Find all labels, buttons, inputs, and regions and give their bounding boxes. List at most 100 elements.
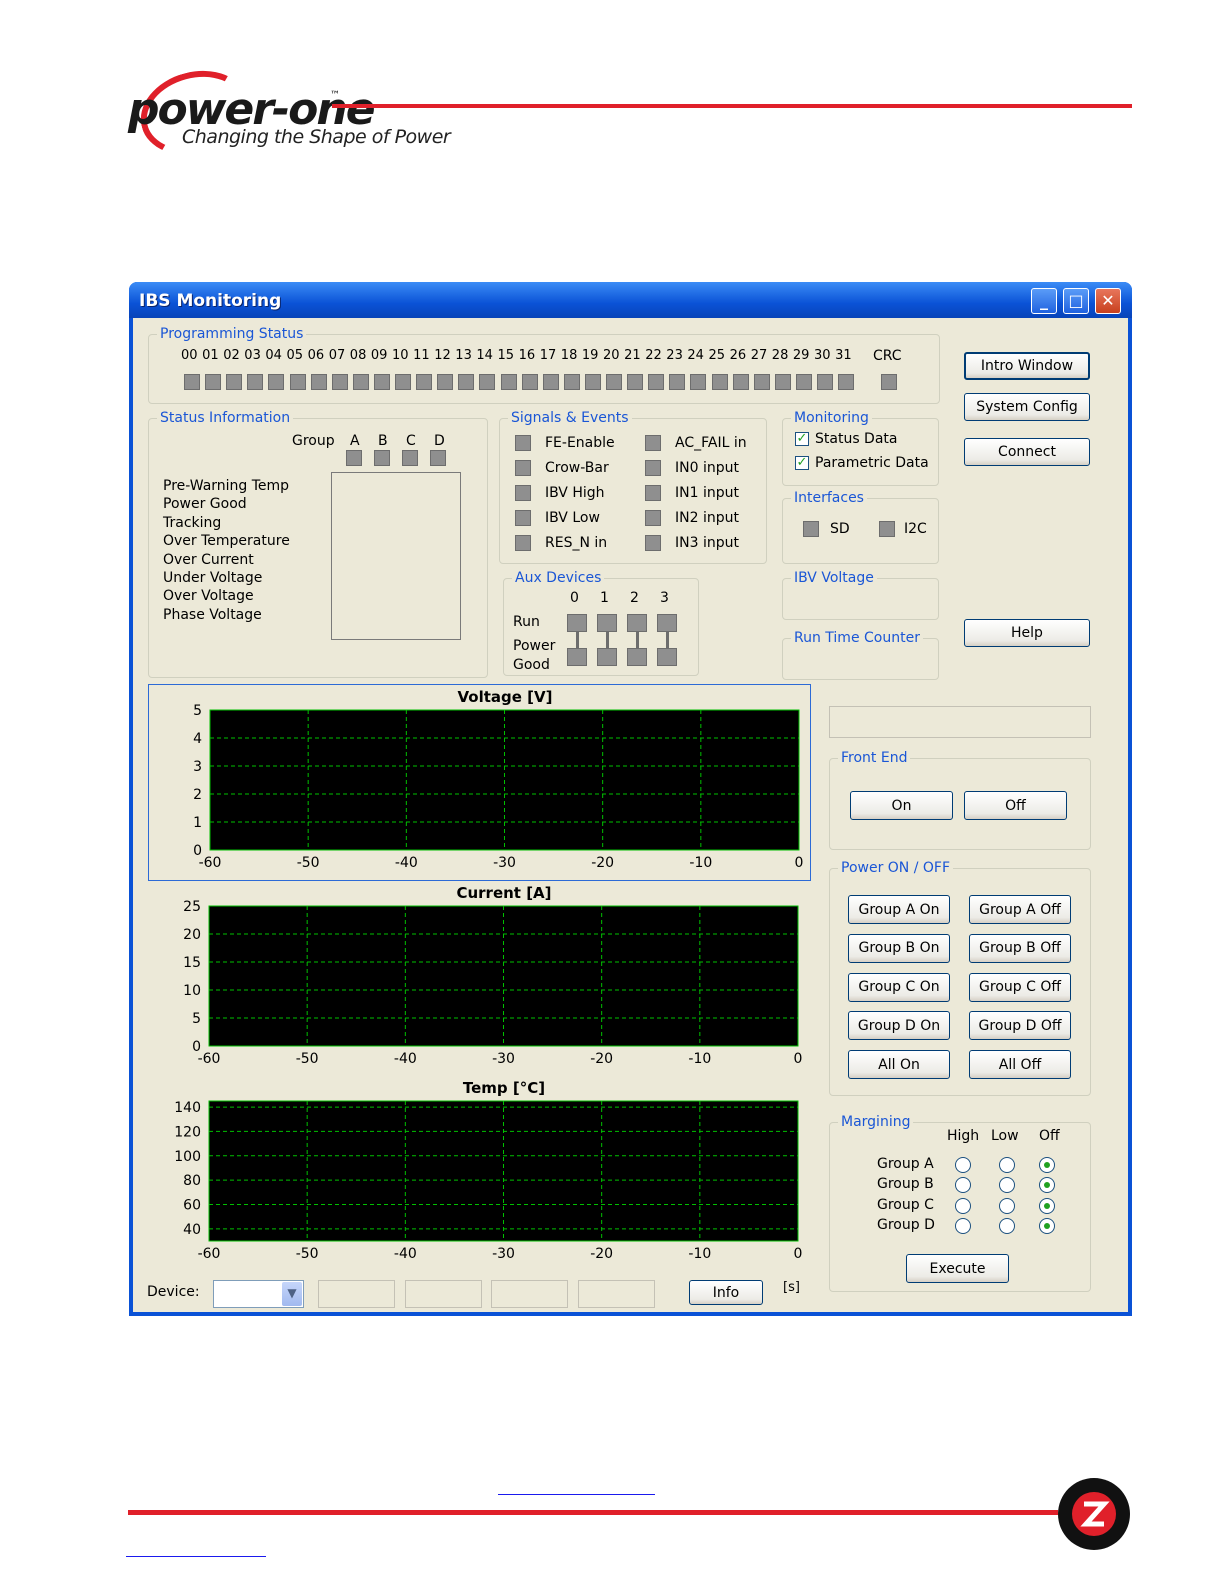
channel-indicator xyxy=(648,374,665,390)
y-tick-label: 1 xyxy=(193,815,202,831)
channel-indicator xyxy=(690,374,707,390)
status-item-label: Tracking xyxy=(163,514,222,531)
status-information-title: Status Information xyxy=(157,410,294,426)
minimize-button[interactable]: _ xyxy=(1031,288,1057,314)
power-on-button[interactable]: All On xyxy=(848,1050,950,1080)
ibs-monitoring-window: IBS Monitoring _ □ ✕ Programming Status … xyxy=(129,282,1132,1316)
channel-label: 28 xyxy=(771,348,789,363)
channel-label: 09 xyxy=(370,348,388,363)
footer-link-underline-2[interactable] xyxy=(126,1556,266,1557)
monitoring-title: Monitoring xyxy=(791,410,872,426)
window-client-area: Programming Status CRC Status Informatio… xyxy=(133,318,1128,1312)
status-data-checkbox[interactable]: ✓ xyxy=(795,432,809,446)
group-indicator xyxy=(430,450,446,466)
x-tick-label: -10 xyxy=(689,855,712,871)
chart-title: Voltage [V] xyxy=(458,688,553,706)
y-tick-label: 40 xyxy=(183,1222,201,1238)
brand-tm: ™ xyxy=(330,90,340,101)
power-on-button[interactable]: Group B On xyxy=(848,933,950,963)
status-item-label: Power Good xyxy=(163,496,247,513)
device-label: Device: xyxy=(147,1284,200,1300)
channel-indicator xyxy=(395,374,411,390)
footer-link-underline[interactable] xyxy=(498,1494,655,1495)
help-button[interactable]: Help xyxy=(964,619,1090,647)
margining-radio[interactable] xyxy=(1039,1157,1055,1173)
aux-power-label: Power xyxy=(513,638,556,654)
device-select[interactable]: ▼ xyxy=(213,1280,304,1308)
execute-button[interactable]: Execute xyxy=(906,1254,1009,1283)
status-matrix xyxy=(331,472,461,640)
close-button[interactable]: ✕ xyxy=(1095,288,1121,314)
channel-label: 20 xyxy=(603,348,620,363)
power-off-button[interactable]: Group C Off xyxy=(969,972,1071,1002)
channel-label: 06 xyxy=(307,348,325,363)
maximize-button[interactable]: □ xyxy=(1063,288,1089,314)
current-chart: Current [A]-60 -50 -40 -30 -20 -10 00510152025 xyxy=(183,884,802,1067)
front-end-off-button[interactable]: Off xyxy=(964,791,1067,820)
aux-col-label: 1 xyxy=(600,590,609,606)
signal-label: IN3 input xyxy=(675,535,739,551)
power-on-button[interactable]: Group C On xyxy=(848,972,950,1002)
channel-indicator xyxy=(542,374,559,390)
margining-radio[interactable] xyxy=(999,1157,1015,1173)
channel-label: 24 xyxy=(687,348,704,363)
margining-radio[interactable] xyxy=(955,1197,971,1214)
current-chart-panel: Current [A] -60 -50 -40 -30 -20 -10 0 0 5 10 15 20 25 xyxy=(148,881,811,1076)
system-config-button[interactable]: System Config xyxy=(964,393,1090,421)
y-tick-label: 5 xyxy=(192,1011,201,1027)
chart-title: Temp [°C] xyxy=(463,1079,545,1097)
channel-indicator xyxy=(711,374,728,390)
title-bar[interactable]: IBS Monitoring _ □ ✕ xyxy=(129,282,1132,318)
signal-indicator xyxy=(645,460,661,476)
channel-indicator xyxy=(563,374,580,390)
y-tick-label: 120 xyxy=(174,1124,201,1140)
power-off-button[interactable]: Group D Off xyxy=(969,1011,1071,1041)
power-on-button[interactable]: Group A On xyxy=(848,895,950,924)
channel-indicator xyxy=(732,374,749,390)
programming-status-group: Programming Status xyxy=(148,326,940,404)
front-end-on-button[interactable]: On xyxy=(850,791,953,820)
group-header-label: B xyxy=(378,433,388,449)
power-off-button[interactable]: Group B Off xyxy=(969,933,1071,963)
channel-indicator xyxy=(226,374,243,390)
signal-indicator xyxy=(515,510,531,526)
i2c-indicator xyxy=(879,521,895,537)
intro-window-button[interactable]: Intro Window xyxy=(964,352,1090,380)
group-indicator xyxy=(346,450,362,466)
margining-group-label: Group C xyxy=(877,1196,934,1213)
parametric-data-checkbox[interactable]: ✓ xyxy=(795,456,809,470)
power-off-button[interactable]: All Off xyxy=(969,1050,1071,1080)
y-tick-label: 140 xyxy=(174,1100,201,1116)
margining-radio[interactable] xyxy=(999,1197,1015,1214)
ibv-voltage-group: IBV Voltage xyxy=(782,570,939,620)
margining-title: Margining xyxy=(838,1114,914,1130)
status-item-label: Pre-Warning Temp xyxy=(163,478,290,494)
aux-col-label: 0 xyxy=(570,590,579,606)
channel-label: 27 xyxy=(750,348,768,363)
group-indicator xyxy=(402,450,418,466)
chevron-down-icon[interactable]: ▼ xyxy=(282,1282,302,1306)
channel-label: 04 xyxy=(265,348,282,363)
power-off-button[interactable]: Group A Off xyxy=(969,895,1071,924)
info-button[interactable]: Info xyxy=(689,1280,763,1305)
channel-label: 16 xyxy=(518,348,536,363)
status-message-field xyxy=(829,706,1091,738)
signal-indicator xyxy=(515,485,531,501)
channel-indicator xyxy=(437,374,454,390)
power-on-button[interactable]: Group D On xyxy=(848,1011,950,1041)
y-tick-label: 60 xyxy=(183,1197,201,1213)
x-tick-label: -30 xyxy=(493,855,516,871)
connect-button[interactable]: Connect xyxy=(964,438,1090,466)
margining-radio[interactable] xyxy=(955,1157,971,1173)
run-time-counter-title: Run Time Counter xyxy=(791,630,923,646)
digital-iba-logo xyxy=(1058,1478,1130,1550)
aux-run-indicator xyxy=(597,614,617,632)
channel-indicator xyxy=(268,374,285,390)
sd-label: SD xyxy=(830,521,850,537)
parametric-data-label: Parametric Data xyxy=(815,455,929,471)
channel-indicator xyxy=(627,374,644,390)
aux-connector xyxy=(636,632,639,648)
channel-indicator xyxy=(500,374,517,390)
brand-tagline: Changing the Shape of Power xyxy=(182,126,451,148)
margining-radio[interactable] xyxy=(1039,1197,1055,1214)
